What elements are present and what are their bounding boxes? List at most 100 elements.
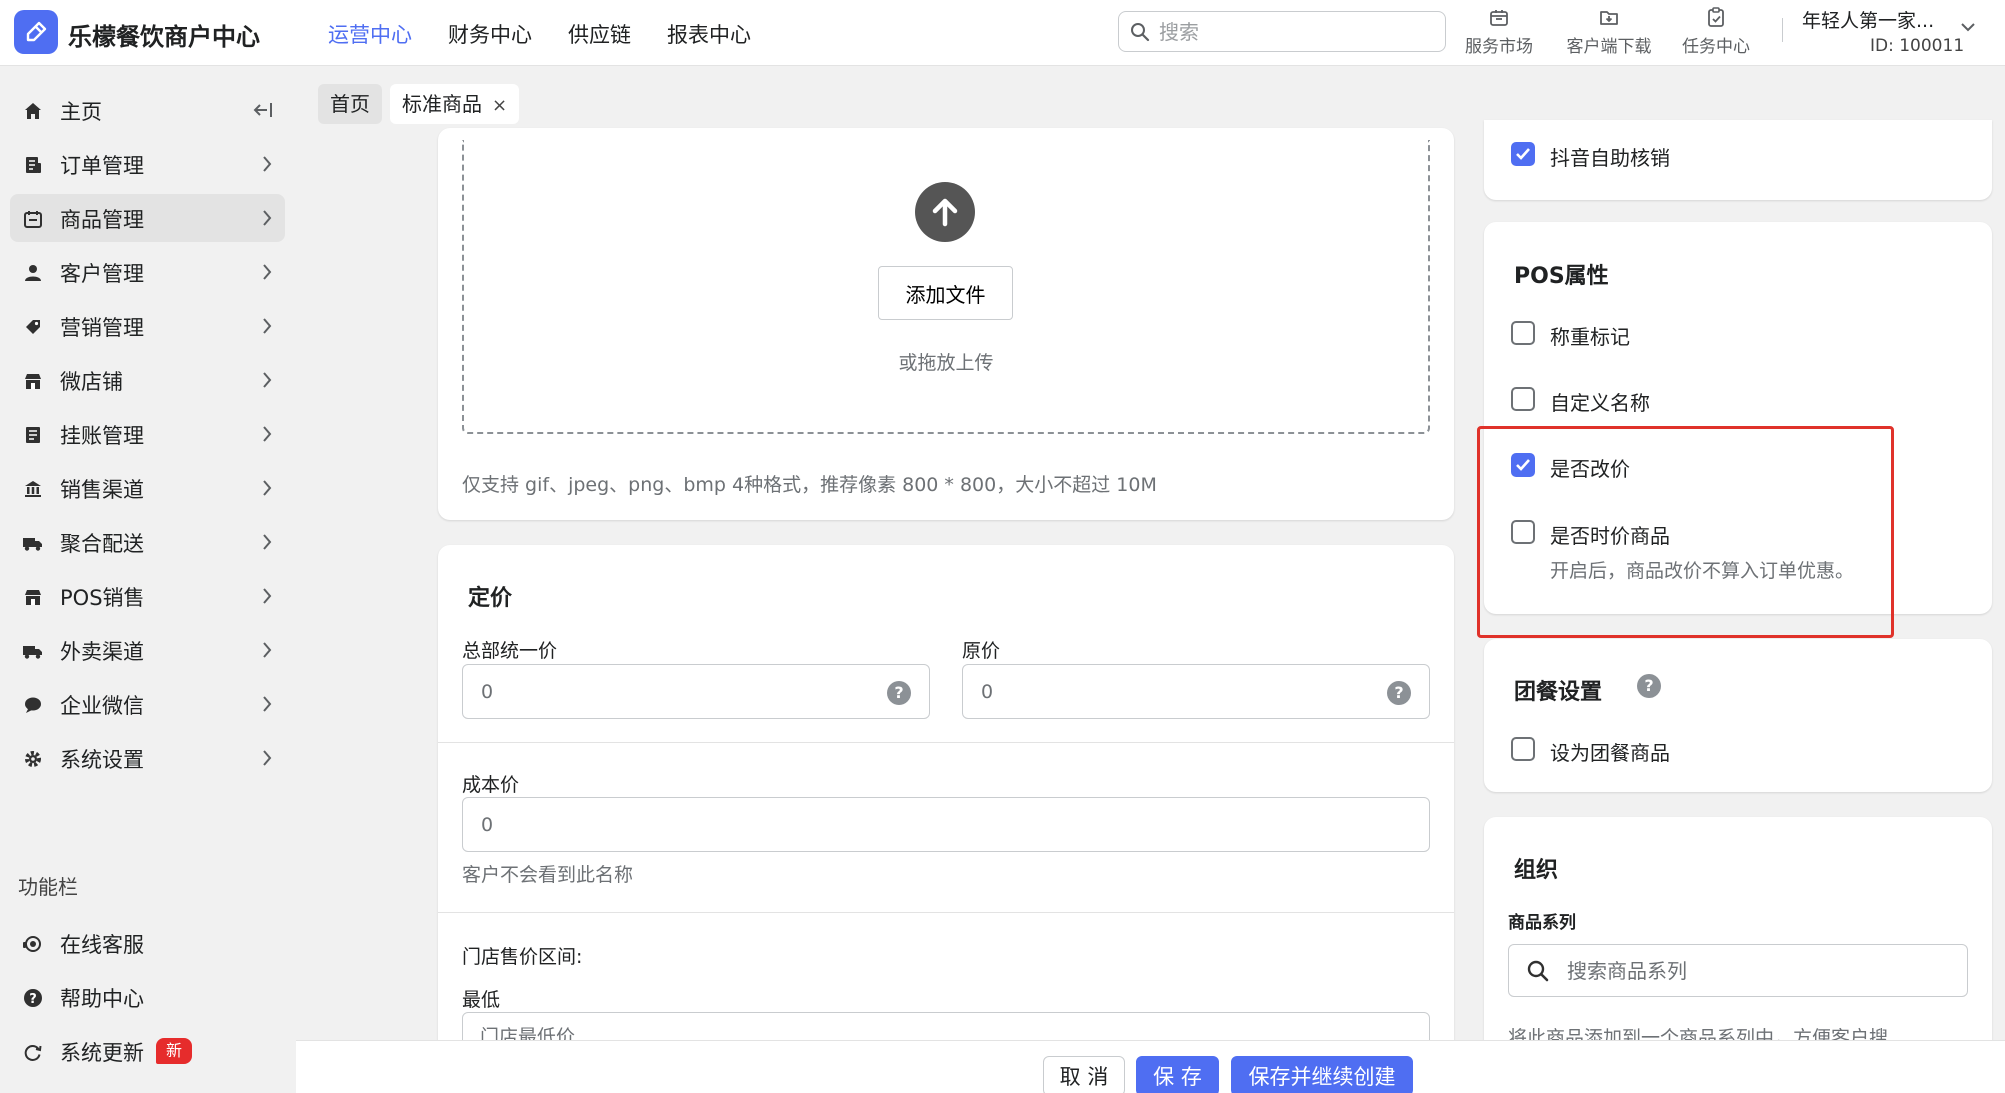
sidebar-item-home[interactable]: 主页 xyxy=(10,86,285,134)
clipboard-icon xyxy=(1708,7,1724,27)
top-nav-supply-chain[interactable]: 供应链 xyxy=(568,19,631,49)
sidebar-item-customers[interactable]: 客户管理 xyxy=(10,248,285,296)
chevron-right-icon xyxy=(263,588,272,604)
sidebar-item-products[interactable]: 商品管理 xyxy=(10,194,285,242)
unified-price-field[interactable]: ? xyxy=(462,664,930,719)
group-meal-checkbox[interactable] xyxy=(1511,737,1535,761)
gear-icon xyxy=(21,747,45,771)
shop-icon xyxy=(21,369,45,393)
sidebar-item-micro-shop[interactable]: 微店铺 xyxy=(10,356,285,404)
download-icon xyxy=(1600,11,1618,25)
sidebar-section-label: 功能栏 xyxy=(18,875,78,899)
min-price-input[interactable] xyxy=(480,1023,880,1040)
drag-upload-hint: 或拖放上传 xyxy=(898,352,994,374)
page-scrollbar[interactable] xyxy=(1997,66,2005,1040)
weight-mark-label: 称重标记 xyxy=(1550,325,1630,349)
top-nav: 运营中心 财务中心 供应链 报表中心 xyxy=(328,19,751,49)
custom-name-checkbox[interactable] xyxy=(1511,387,1535,411)
sidebar-item-label: 系统设置 xyxy=(60,748,144,772)
product-series-help: 将此商品添加到一个商品系列中，方便客户搜 xyxy=(1508,1024,1978,1040)
custom-name-label: 自定义名称 xyxy=(1550,391,1650,415)
save-and-continue-button[interactable]: 保存并继续创建 xyxy=(1231,1056,1413,1093)
group-meal-label: 设为团餐商品 xyxy=(1550,741,1670,765)
upload-arrow-icon xyxy=(915,182,975,242)
unified-price-help-icon[interactable]: ? xyxy=(887,681,911,705)
product-series-search[interactable] xyxy=(1508,944,1968,997)
tab-standard-product[interactable]: 标准商品 × xyxy=(390,84,520,124)
sidebar-item-aggregate-delivery[interactable]: 聚合配送 xyxy=(10,518,285,566)
chevron-right-icon xyxy=(263,534,272,550)
douyin-checkbox[interactable] xyxy=(1511,142,1535,166)
sidebar-item-label: 订单管理 xyxy=(60,154,144,178)
global-search[interactable] xyxy=(1118,11,1446,52)
sidebar-item-credit-accounts[interactable]: 挂账管理 xyxy=(10,410,285,458)
search-icon xyxy=(1527,960,1549,982)
original-price-input[interactable] xyxy=(981,678,1354,706)
sidebar-item-label: 客户管理 xyxy=(60,262,144,286)
sidebar-item-system-update[interactable]: 系统更新 新 xyxy=(10,1027,285,1075)
sidebar-item-label: 企业微信 xyxy=(60,694,144,718)
cost-price-input[interactable] xyxy=(481,811,1254,839)
weight-mark-checkbox[interactable] xyxy=(1511,321,1535,345)
tool-task-center-label: 任务中心 xyxy=(1682,37,1750,57)
tool-task-center[interactable]: 任务中心 xyxy=(1668,6,1764,57)
help-icon: ? xyxy=(21,986,45,1010)
refresh-icon xyxy=(21,1040,45,1064)
account-id: ID: 100011 xyxy=(1870,36,1965,56)
tab-home[interactable]: 首页 xyxy=(318,84,382,124)
product-series-input[interactable] xyxy=(1567,957,1947,985)
chevron-right-icon xyxy=(263,372,272,388)
header-divider xyxy=(1782,18,1783,42)
search-input[interactable] xyxy=(1159,18,1429,46)
sidebar-item-wecom[interactable]: 企业微信 xyxy=(10,680,285,728)
sidebar-item-label: 销售渠道 xyxy=(60,478,144,502)
store-icon xyxy=(1490,10,1508,26)
pricing-title: 定价 xyxy=(468,586,513,611)
chevron-right-icon xyxy=(263,156,272,172)
sidebar-item-orders[interactable]: 订单管理 xyxy=(10,140,285,188)
sidebar-item-system-settings[interactable]: 系统设置 xyxy=(10,734,285,782)
group-meal-help-icon[interactable]: ? xyxy=(1637,674,1661,698)
top-nav-finance[interactable]: 财务中心 xyxy=(448,19,532,49)
sidebar-item-label: POS销售 xyxy=(60,586,145,610)
sidebar-item-help-center[interactable]: ? 帮助中心 xyxy=(10,973,285,1021)
collapse-sidebar-icon[interactable] xyxy=(251,101,273,119)
sidebar-item-label: 营销管理 xyxy=(60,316,144,340)
tool-service-market-label: 服务市场 xyxy=(1465,37,1533,57)
unified-price-input[interactable] xyxy=(481,678,854,706)
original-price-field[interactable]: ? xyxy=(962,664,1430,719)
tag-icon xyxy=(21,315,45,339)
search-icon xyxy=(1131,23,1150,42)
logo-icon xyxy=(26,21,47,42)
cost-price-field[interactable] xyxy=(462,797,1430,852)
original-price-help-icon[interactable]: ? xyxy=(1387,681,1411,705)
chevron-right-icon xyxy=(263,264,272,280)
min-price-field[interactable] xyxy=(462,1012,1430,1040)
sidebar-item-takeout-channels[interactable]: 外卖渠道 xyxy=(10,626,285,674)
sidebar-item-marketing[interactable]: 营销管理 xyxy=(10,302,285,350)
top-bar: 乐檬餐饮商户中心 运营中心 财务中心 供应链 报表中心 服务市场 客户端下载 任… xyxy=(0,0,2005,66)
sidebar-item-label: 在线客服 xyxy=(60,933,144,957)
checkmark-icon xyxy=(1516,148,1530,160)
sidebar-item-label: 外卖渠道 xyxy=(60,640,144,664)
cancel-button[interactable]: 取 消 xyxy=(1043,1056,1125,1093)
tool-client-download[interactable]: 客户端下载 xyxy=(1561,6,1657,57)
top-nav-operations[interactable]: 运营中心 xyxy=(328,19,412,49)
sidebar-item-label: 商品管理 xyxy=(60,208,144,232)
save-button[interactable]: 保 存 xyxy=(1136,1056,1219,1093)
sidebar-item-sales-channels[interactable]: 销售渠道 xyxy=(10,464,285,512)
sidebar-item-pos-sales[interactable]: POS销售 xyxy=(10,572,285,620)
sidebar-item-online-support[interactable]: 在线客服 xyxy=(10,919,285,967)
sidebar-item-label: 系统更新 xyxy=(60,1041,144,1065)
upload-format-note: 仅支持 gif、jpeg、png、bmp 4种格式，推荐像素 800 * 800… xyxy=(462,474,1157,496)
top-nav-reports[interactable]: 报表中心 xyxy=(667,19,751,49)
tool-service-market[interactable]: 服务市场 xyxy=(1451,6,1547,57)
support-icon xyxy=(21,932,45,956)
add-file-button[interactable]: 添加文件 xyxy=(878,266,1013,320)
app-logo[interactable] xyxy=(14,10,58,54)
account-name: 年轻人第一家... xyxy=(1802,10,1935,32)
chat-icon xyxy=(21,693,45,717)
close-tab-icon[interactable]: × xyxy=(492,95,507,116)
page-tabs: 首页 标准商品 × xyxy=(318,84,520,124)
truck-icon xyxy=(21,531,45,555)
